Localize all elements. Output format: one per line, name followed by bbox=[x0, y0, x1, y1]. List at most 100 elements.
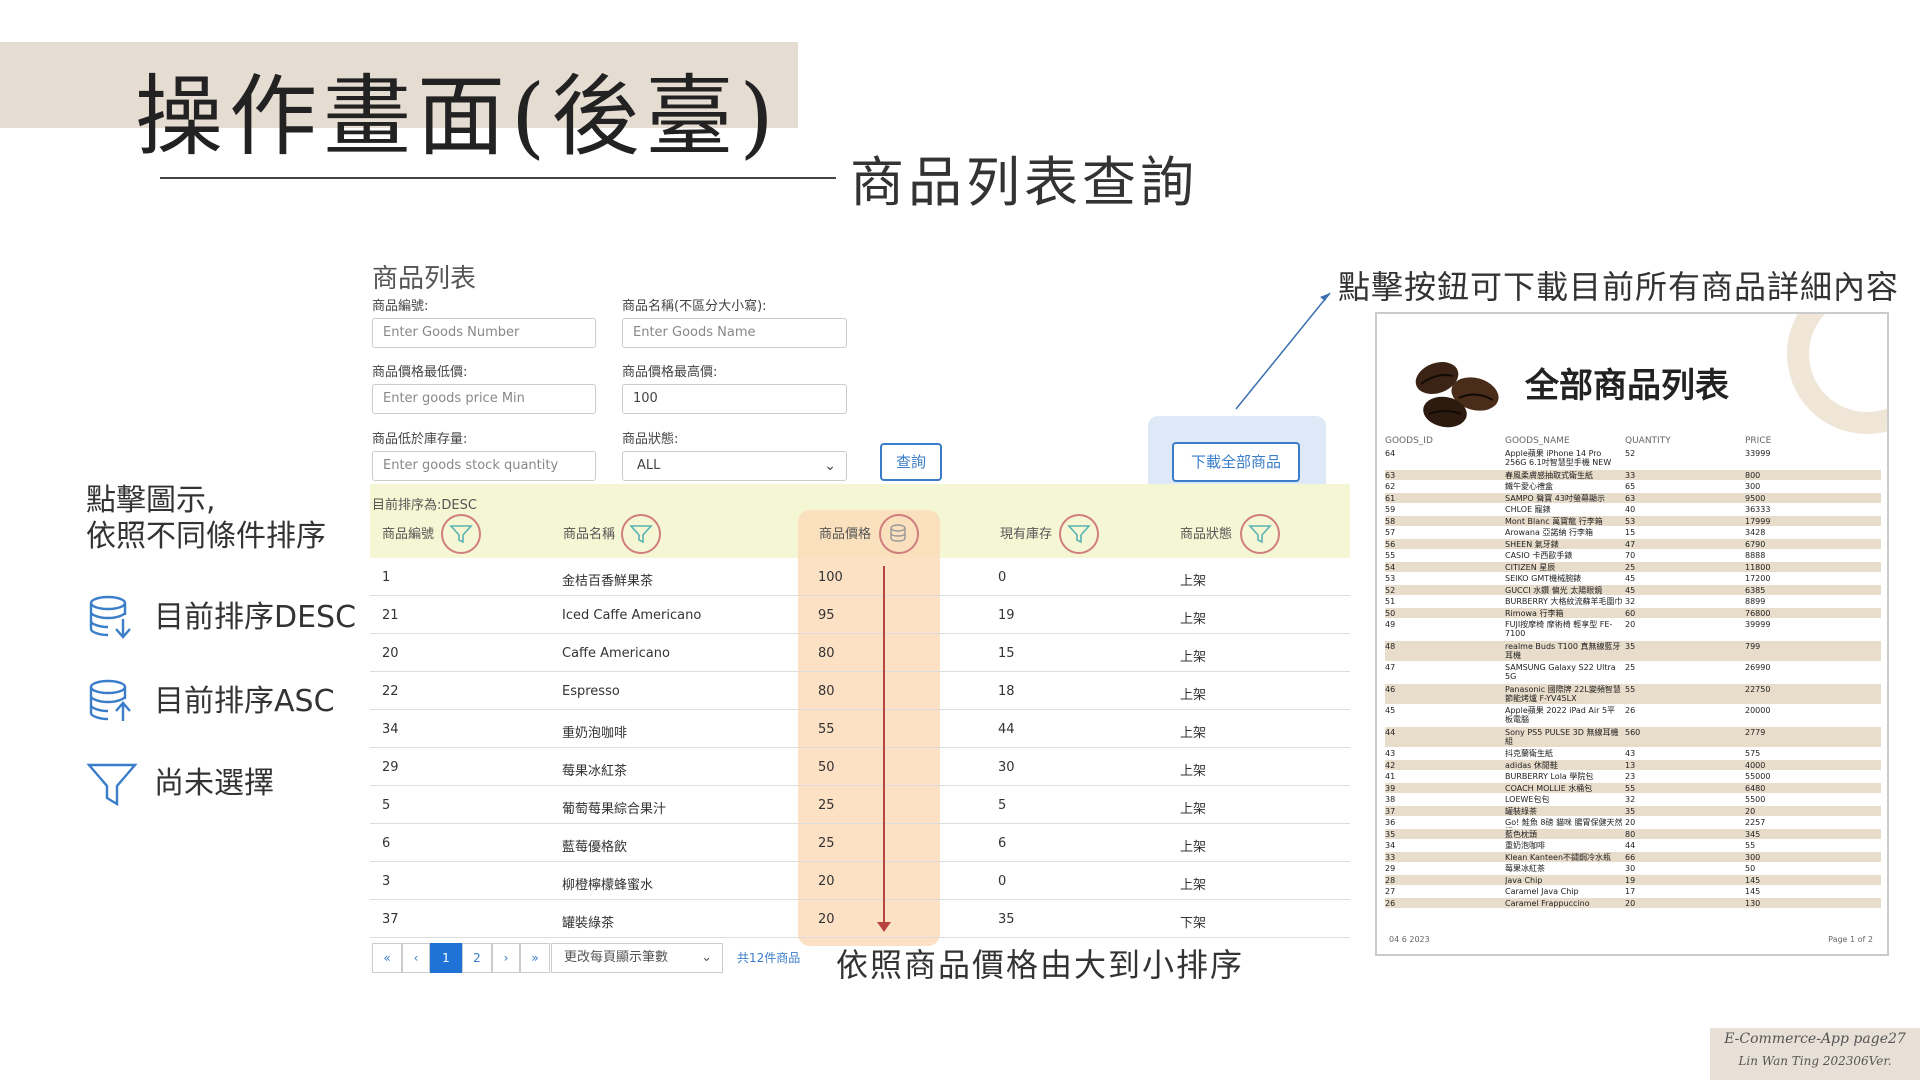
goods-name-label: 商品名稱(不區分大小寫): bbox=[622, 299, 767, 314]
table-row: 37 罐裝綠茶 20 35 下架 bbox=[370, 900, 1350, 938]
pdf-cell: 65 bbox=[1625, 482, 1636, 491]
database-sort-icon[interactable] bbox=[879, 514, 919, 554]
pdf-cell: 345 bbox=[1745, 829, 1761, 839]
pdf-cell: 8899 bbox=[1745, 597, 1766, 606]
stock-label: 商品低於庫存量: bbox=[372, 432, 468, 447]
legend-none-label: 尚未選擇 bbox=[154, 766, 274, 801]
pdf-cell: 32 bbox=[1625, 597, 1636, 606]
pdf-cell: 38 bbox=[1385, 795, 1396, 804]
pdf-cell: 26 bbox=[1385, 898, 1396, 908]
pdf-cell: 41 bbox=[1385, 772, 1396, 781]
footer-line1: E-Commerce-App page27 bbox=[1724, 1031, 1906, 1047]
goods-name-input[interactable]: Enter Goods Name bbox=[622, 318, 847, 348]
pdf-cell: COACH MOLLIE 水桶包 bbox=[1505, 783, 1593, 793]
download-all-button[interactable]: 下載全部商品 bbox=[1172, 442, 1300, 482]
pdf-row: 47 SAMSUNG Galaxy S22 Ultra 5G 25 26990 bbox=[1385, 662, 1881, 682]
pdf-cell: 6480 bbox=[1745, 783, 1766, 793]
cell-stock: 18 bbox=[998, 684, 1015, 699]
pdf-cell: 20 bbox=[1625, 620, 1636, 629]
filter-funnel-icon[interactable] bbox=[441, 514, 481, 554]
pdf-row: 39 COACH MOLLIE 水桶包 55 6480 bbox=[1385, 782, 1881, 793]
legend-title-line1: 點擊圖示, bbox=[86, 483, 216, 518]
pager-page-1[interactable]: 1 bbox=[430, 943, 462, 973]
cell-id: 21 bbox=[382, 608, 399, 623]
pdf-cell: 26 bbox=[1625, 706, 1636, 715]
pdf-cell: 55 bbox=[1625, 684, 1636, 694]
pdf-cell: 300 bbox=[1745, 852, 1761, 862]
stock-input[interactable]: Enter goods stock quantity bbox=[372, 451, 596, 481]
pdf-cell: Panasonic 國際牌 22L變頻智慧節能烤爐 F-YV45LX bbox=[1505, 684, 1621, 703]
pager-prev[interactable]: ‹ bbox=[402, 943, 430, 973]
pdf-cell: 17999 bbox=[1745, 516, 1771, 526]
pdf-row: 49 FUJI按摩椅 摩術椅 輕享型 FE-7100 20 39999 bbox=[1385, 619, 1881, 639]
col-header-name: 商品名稱 bbox=[563, 527, 616, 542]
per-page-select[interactable]: 更改每頁顯示筆數 ⌄ bbox=[551, 943, 723, 973]
pdf-header-qty: QUANTITY bbox=[1625, 436, 1671, 446]
price-min-input[interactable]: Enter goods price Min bbox=[372, 384, 596, 414]
pdf-cell: 28 bbox=[1385, 875, 1396, 885]
pdf-footer-page: Page 1 of 2 bbox=[1828, 935, 1873, 944]
pdf-row: 34 重奶泡咖啡 44 55 bbox=[1385, 840, 1881, 850]
pdf-cell: Java Chip bbox=[1505, 875, 1543, 885]
subtitle-rule bbox=[160, 177, 836, 179]
pdf-cell: 54 bbox=[1385, 562, 1396, 572]
download-note: 點擊按鈕可下載目前所有商品詳細內容 bbox=[1338, 268, 1900, 306]
cell-status: 上架 bbox=[1180, 764, 1207, 779]
pager-last[interactable]: » bbox=[520, 943, 550, 973]
slide-subtitle: 商品列表查詢 bbox=[850, 151, 1198, 214]
price-max-input[interactable]: 100 bbox=[622, 384, 847, 414]
pager-next[interactable]: › bbox=[492, 943, 520, 973]
legend-none: 尚未選擇 bbox=[86, 758, 274, 811]
query-button[interactable]: 查詢 bbox=[880, 443, 942, 481]
cell-name: Iced Caffe Americano bbox=[562, 608, 702, 623]
pdf-cell: 罐裝綠茶 bbox=[1505, 806, 1537, 816]
pdf-cell: Apple蘋果 2022 iPad Air 5平板電腦 bbox=[1505, 706, 1616, 724]
cell-name: 藍莓優格飲 bbox=[562, 840, 628, 855]
pdf-cell: SHEEN 氣牙錶 bbox=[1505, 539, 1559, 549]
cell-status: 上架 bbox=[1180, 650, 1207, 665]
pdf-cell: 575 bbox=[1745, 749, 1761, 758]
pdf-cell: 55 bbox=[1745, 841, 1756, 850]
legend-asc: 目前排序ASC bbox=[86, 676, 335, 729]
pdf-cell: 55000 bbox=[1745, 772, 1771, 781]
pdf-footer-date: 04 6 2023 bbox=[1389, 935, 1430, 944]
pdf-cell: 2257 bbox=[1745, 818, 1766, 827]
cell-id: 5 bbox=[382, 798, 391, 813]
cell-price: 20 bbox=[818, 912, 835, 927]
table-row: 3 柳橙檸檬蜂蜜水 20 0 上架 bbox=[370, 862, 1350, 900]
cell-name: 重奶泡咖啡 bbox=[562, 726, 628, 741]
pdf-cell: 春風柔膚感抽取式衛生紙 bbox=[1505, 470, 1593, 480]
pager-first[interactable]: « bbox=[372, 943, 402, 973]
pdf-cell: 莓果冰紅茶 bbox=[1505, 864, 1545, 873]
table-row: 21 Iced Caffe Americano 95 19 上架 bbox=[370, 596, 1350, 634]
pdf-header-name: GOODS_NAME bbox=[1505, 436, 1570, 446]
pdf-row: 38 LOEWE包包 32 5500 bbox=[1385, 794, 1881, 804]
filter-funnel-icon[interactable] bbox=[1240, 514, 1280, 554]
pdf-cell: 42 bbox=[1385, 760, 1396, 770]
status-select[interactable]: ALL ⌄ bbox=[622, 451, 847, 481]
pdf-cell: 53 bbox=[1625, 516, 1636, 526]
cell-name: 罐裝綠茶 bbox=[562, 916, 615, 931]
pdf-row: 44 Sony PS5 PULSE 3D 無線耳機組 560 2779 bbox=[1385, 726, 1881, 747]
filter-funnel-icon[interactable] bbox=[621, 514, 661, 554]
table-row: 20 Caffe Americano 80 15 上架 bbox=[370, 634, 1350, 672]
pdf-cell: FUJI按摩椅 摩術椅 輕享型 FE-7100 bbox=[1505, 620, 1613, 638]
pdf-cell: 36333 bbox=[1745, 505, 1771, 514]
cell-stock: 44 bbox=[998, 722, 1015, 737]
pdf-cell: 藍色枕頭 bbox=[1505, 829, 1537, 839]
pdf-cell: 17 bbox=[1625, 887, 1636, 896]
filter-funnel-icon[interactable] bbox=[1059, 514, 1099, 554]
cell-id: 22 bbox=[382, 684, 399, 699]
chevron-down-icon: ⌄ bbox=[824, 458, 836, 474]
cell-price: 55 bbox=[818, 722, 835, 737]
pdf-row: 57 Arowana 亞諾納 行李箱 15 3428 bbox=[1385, 527, 1881, 537]
current-sort-text: 目前排序為:DESC bbox=[372, 498, 477, 513]
cell-status: 上架 bbox=[1180, 612, 1207, 627]
pdf-cell: Apple蘋果 iPhone 14 Pro 256G 6.1吋智慧型手機 NEW bbox=[1505, 449, 1612, 467]
total-count: 共12件商品 bbox=[737, 951, 801, 965]
cell-status: 上架 bbox=[1180, 840, 1207, 855]
pager-page-2[interactable]: 2 bbox=[462, 943, 492, 973]
pdf-cell: 20 bbox=[1625, 818, 1636, 827]
pdf-row: 63 春風柔膚感抽取式衛生紙 33 800 bbox=[1385, 469, 1881, 480]
goods-number-input[interactable]: Enter Goods Number bbox=[372, 318, 596, 348]
